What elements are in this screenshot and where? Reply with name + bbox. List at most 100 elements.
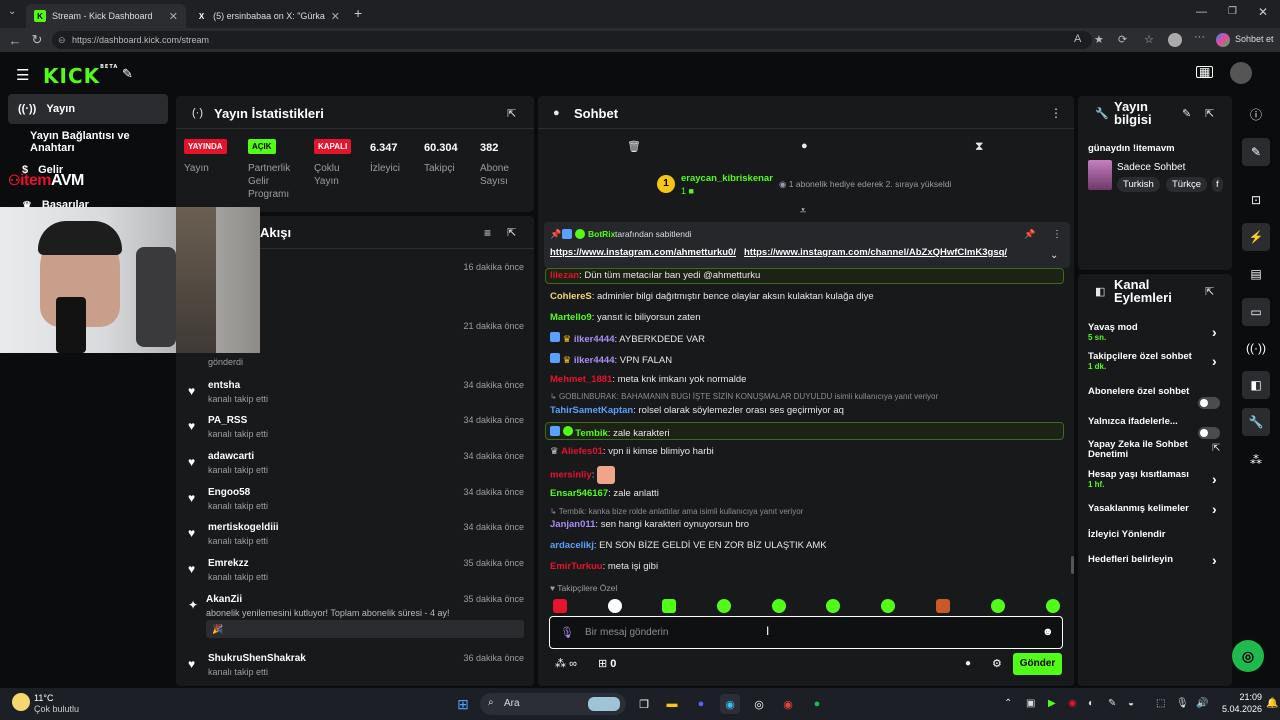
tag-chip[interactable]: Turkish [1117,177,1160,192]
username[interactable]: AkanZii [206,594,242,605]
chevron-right-icon[interactable]: › [1212,501,1217,517]
file-explorer-icon[interactable]: ▬ [662,694,682,714]
chat-menu-icon[interactable]: ⋮ [1050,106,1062,120]
chat-scrollbar[interactable] [1071,556,1074,574]
unpin-icon[interactable]: 📌 [1024,229,1035,240]
username[interactable]: Emrekzz [208,558,249,569]
emote-icon[interactable] [991,599,1005,613]
tag-chip[interactable]: Türkçe [1166,177,1208,192]
chevron-right-icon[interactable]: › [1212,552,1217,568]
pin-menu-icon[interactable]: ⋮ [1052,229,1062,240]
tab-kick-dashboard[interactable]: K Stream - Kick Dashboard ✕ [26,4,186,28]
address-bar[interactable]: ⊖ https://dashboard.kick.com/stream [52,31,1092,49]
chat-bubble-icon[interactable]: ● [965,658,971,669]
category-name[interactable]: Sadece Sohbet [1117,162,1185,173]
sidebar-item-yayin[interactable]: ((·)) Yayın [8,94,168,124]
reply-context[interactable]: ↳ GOBLINBURAK: BAHAMANIN BUGI İŞTE SİZİN… [550,392,1070,401]
tag-chip[interactable]: f [1212,177,1223,192]
chat-input[interactable]: 🎙 Bir mesaj gönderin ☻ [549,616,1063,649]
pinned-link[interactable]: https://www.instagram.com/channel/AbZxQH… [744,247,1007,258]
action-goals[interactable]: Hedefleri belirleyin › [1088,552,1228,568]
emote-icon[interactable] [826,599,840,613]
clock-time[interactable]: 21:09 [1222,692,1262,702]
dots-icon[interactable]: ⁂ [1242,446,1270,474]
refresh-icon[interactable]: ↻ [24,32,50,48]
username[interactable]: lilezan [550,270,579,281]
collapse-icon[interactable]: ⩡ [800,205,806,218]
favorites-icon[interactable]: ☆ [1144,33,1154,46]
chevron-right-icon[interactable]: › [1212,353,1217,369]
copilot-icon[interactable] [1216,33,1230,47]
weather-temp[interactable]: 11°C [34,693,53,703]
document-icon[interactable]: ▤ [1242,260,1270,288]
action-followers-only[interactable]: Takipçilere özel sohbet 1 dk. › [1088,351,1228,371]
tools-icon[interactable]: ✎ [122,66,133,82]
support-headset-icon[interactable]: ◎ [1232,640,1264,672]
trash-icon[interactable]: 🗑 [627,140,641,153]
notification-bell-icon[interactable]: 🔔 [1266,698,1278,709]
username[interactable]: Martello9 [550,312,592,323]
username[interactable]: BotRix [588,229,615,239]
tab-list-icon[interactable]: ⌄ [8,6,16,17]
popout-icon[interactable]: ⇱ [507,226,516,239]
username[interactable]: Mehmet_1881 [550,374,612,385]
site-info-icon[interactable]: ⊖ [58,31,66,49]
username[interactable]: ilker4444 [574,334,615,345]
chrome-icon[interactable]: ◉ [778,694,798,714]
tray-app-icon[interactable]: ▣ [1026,698,1035,709]
edit-pencil-icon[interactable]: ✎ [1242,138,1270,166]
username[interactable]: Aliefes01 [561,446,603,457]
tray-app-icon[interactable]: ◒ [1128,698,1134,709]
windows-start-icon[interactable]: ⊞ [453,694,473,714]
settings-gear-icon[interactable]: ⚙ [992,657,1002,670]
close-window-icon[interactable]: ✕ [1258,5,1268,19]
tab-x-post[interactable]: X (5) ersinbabaa on X: "Gürkan🙈 h ✕ [188,4,348,28]
tray-play-icon[interactable]: ▶ [1048,698,1056,709]
hamburger-menu-icon[interactable]: ☰ [16,66,29,84]
username[interactable]: CohlereS [550,291,592,302]
lightning-icon[interactable]: ⚡ [1242,223,1270,251]
username[interactable]: Tembik [575,428,608,439]
more-menu-icon[interactable]: ··· [1194,31,1205,43]
hourglass-icon[interactable]: ⧗ [975,139,983,154]
kick-logo[interactable]: KICKBETA [43,64,118,88]
subscribers-only-toggle[interactable] [1198,397,1220,409]
points-icon[interactable]: ⁂ ∞ [555,657,577,670]
emote-icon[interactable] [662,599,676,613]
microphone-icon[interactable]: 🎙 [560,626,574,639]
popout-icon[interactable]: ⇱ [1205,285,1214,298]
new-tab-icon[interactable]: + [354,5,362,21]
taskbar-search[interactable]: ⌕ Ara [480,693,626,715]
extensions-icon[interactable]: ⟳ [1118,33,1127,46]
pinned-link[interactable]: https://www.instagram.com/ahmetturku0/ [550,247,736,258]
username[interactable]: Ensar546167 [550,488,608,499]
discord-icon[interactable]: ● [691,694,711,714]
action-account-age[interactable]: Hesap yaşı kısıtlaması 1 hf. › [1088,469,1228,489]
channel-actions-icon[interactable]: ◧ [1242,371,1270,399]
edge-icon[interactable]: ◉ [720,694,740,714]
read-aloud-icon[interactable]: A [1074,33,1081,45]
tray-app-icon[interactable]: ◉ [1068,698,1077,709]
chevron-down-icon[interactable]: ⌄ [1050,250,1058,261]
emote-icon[interactable] [772,599,786,613]
username[interactable]: PA_RSS [208,415,247,426]
username[interactable]: mersinliy [550,470,592,481]
weather-desc[interactable]: Çok bulutlu [34,704,79,714]
username[interactable]: Janjan011 [550,519,595,530]
action-raid[interactable]: İzleyici Yönlendir [1088,529,1228,540]
close-tab-icon[interactable]: ✕ [331,10,340,23]
username[interactable]: EmirTurkuu [550,561,603,572]
action-emotes-only[interactable]: Yalnızca ifadelerle... [1088,416,1228,439]
username[interactable]: adawcarti [208,451,254,462]
chevron-right-icon[interactable]: › [1212,324,1217,340]
filter-icon[interactable]: ≡ [484,226,491,240]
emote-icon[interactable] [717,599,731,613]
username[interactable]: Engoo58 [208,487,250,498]
chat-bubble-icon[interactable]: ● [801,140,808,152]
task-view-icon[interactable]: ❐ [634,694,654,714]
username[interactable]: entsha [208,380,240,391]
tray-app-icon[interactable]: ⬚ [1156,698,1165,709]
wrench-icon[interactable]: 🔧 [1242,408,1270,436]
copilot-label[interactable]: Sohbet et [1235,34,1274,44]
emote-icon[interactable] [553,599,567,613]
